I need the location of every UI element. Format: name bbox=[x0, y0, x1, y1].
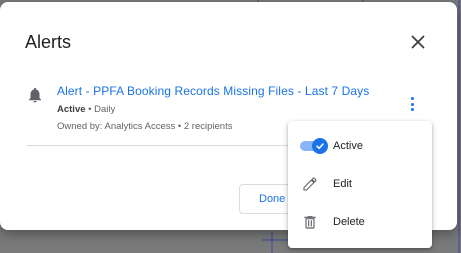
menu-item-delete[interactable]: Delete bbox=[288, 207, 432, 237]
more-vert-icon-dot bbox=[410, 102, 414, 106]
menu-item-label: Active bbox=[333, 140, 363, 152]
alert-context-menu: Active Edit Delete bbox=[288, 121, 432, 248]
menu-item-active[interactable]: Active bbox=[288, 131, 432, 161]
more-vert-icon-dot bbox=[410, 108, 414, 111]
menu-item-label: Edit bbox=[333, 178, 352, 190]
toggle-on-check-icon bbox=[312, 138, 328, 154]
dialog-title: Alerts bbox=[25, 32, 72, 52]
bell-icon bbox=[29, 87, 41, 103]
close-button[interactable] bbox=[406, 30, 430, 54]
active-toggle[interactable] bbox=[300, 138, 328, 154]
close-icon bbox=[411, 35, 425, 49]
trash-icon bbox=[304, 216, 316, 229]
alert-status-line: Active • Daily bbox=[57, 104, 115, 115]
menu-item-label: Delete bbox=[333, 216, 365, 228]
more-vert-icon bbox=[410, 97, 414, 100]
more-options-button[interactable] bbox=[404, 94, 420, 114]
menu-item-edit[interactable]: Edit bbox=[288, 169, 432, 199]
pencil-icon bbox=[303, 177, 317, 191]
alert-status: Active bbox=[57, 104, 86, 115]
alert-frequency: • Daily bbox=[85, 104, 116, 115]
alert-title-link[interactable]: Alert - PPFA Booking Records Missing Fil… bbox=[57, 84, 369, 98]
alert-owner: Owned by: Analytics Access • 2 recipient… bbox=[57, 121, 233, 132]
